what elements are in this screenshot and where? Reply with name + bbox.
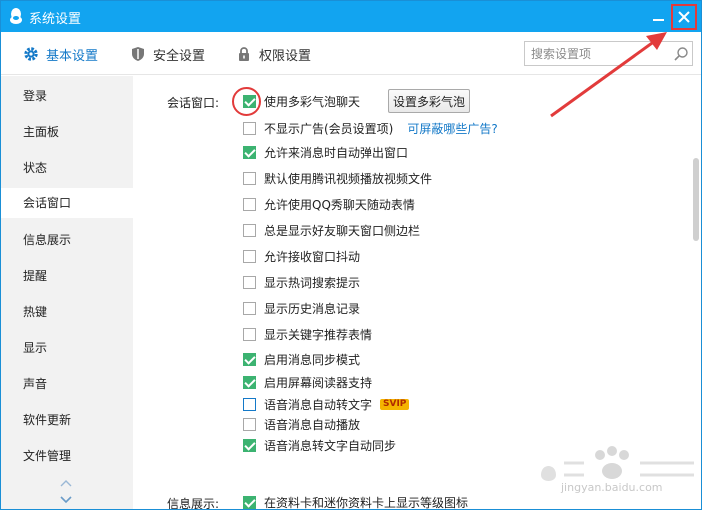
settings-sidebar: 登录 主面板 状态 会话窗口 信息展示 提醒 热键 显示 声音 软件更新 文件管… <box>1 76 133 509</box>
checkbox[interactable] <box>243 495 256 509</box>
checkbox[interactable] <box>243 197 256 211</box>
checkbox[interactable] <box>243 275 256 289</box>
checkbox[interactable] <box>243 327 256 341</box>
set-bubble-button[interactable]: 设置多彩气泡 <box>388 89 470 113</box>
watermark-text: jingyan.baidu.com <box>561 481 663 494</box>
sidebar-item-status[interactable]: 状态 <box>1 153 133 183</box>
sidebar-item-main-panel[interactable]: 主面板 <box>1 117 133 147</box>
checkbox[interactable] <box>243 171 256 185</box>
sidebar-item-login[interactable]: 登录 <box>1 81 133 111</box>
option-sync-mode: 启用消息同步模式 <box>243 351 360 367</box>
checkbox[interactable] <box>243 352 256 366</box>
svip-badge: SVIP <box>380 398 410 410</box>
search-icon[interactable] <box>673 46 689 62</box>
option-show-sidebar: 总是显示好友聊天窗口侧边栏 <box>243 222 420 238</box>
content-scrollbar[interactable] <box>693 158 699 241</box>
sidebar-item-hotkeys[interactable]: 热键 <box>1 297 133 327</box>
sidebar-item-file-management[interactable]: 文件管理 <box>1 441 133 471</box>
checkbox[interactable] <box>243 249 256 263</box>
checkbox[interactable] <box>243 397 256 411</box>
checkbox[interactable] <box>243 438 256 452</box>
option-label: 显示关键字推荐表情 <box>264 327 373 342</box>
section-label-chat-window: 会话窗口: <box>167 96 220 110</box>
sidebar-item-info-display[interactable]: 信息展示 <box>1 225 133 255</box>
tab-label: 基本设置 <box>46 48 99 64</box>
lock-icon <box>239 47 249 61</box>
option-label: 总是显示好友聊天窗口侧边栏 <box>264 223 421 238</box>
option-voice-autoplay: 语音消息自动播放 <box>243 416 360 432</box>
settings-window: 系统设置 基本设置 安全设置 权限设置 搜索设置项 登录 主面板 状态 会话窗口… <box>0 0 702 510</box>
search-box <box>524 41 693 66</box>
option-hide-ads: 不显示广告(会员设置项) 可屏蔽哪些广告? <box>243 120 498 136</box>
tab-basic-settings[interactable]: 基本设置 <box>23 44 98 64</box>
option-label: 在资料卡和迷你资料卡上显示等级图标 <box>264 495 469 510</box>
option-label: 显示热词搜索提示 <box>264 275 361 290</box>
sidebar-item-reminder[interactable]: 提醒 <box>1 261 133 291</box>
sidebar-item-chat-window[interactable]: 会话窗口 <box>1 188 133 218</box>
tab-permission-settings[interactable]: 权限设置 <box>236 44 311 64</box>
option-tencent-video: 默认使用腾讯视频播放视频文件 <box>243 170 432 186</box>
option-label: 不显示广告(会员设置项) <box>264 121 394 136</box>
sidebar-item-software-update[interactable]: 软件更新 <box>1 405 133 435</box>
option-voice-sync: 语音消息转文字自动同步 <box>243 437 396 453</box>
option-qq-show-emotes: 允许使用QQ秀聊天随动表情 <box>243 196 415 212</box>
checkbox[interactable] <box>243 121 256 135</box>
option-voice-to-text: 语音消息自动转文字 SVIP <box>243 396 410 412</box>
option-window-shake: 允许接收窗口抖动 <box>243 248 360 264</box>
tab-label: 安全设置 <box>153 48 206 64</box>
chevron-down-icon[interactable] <box>59 495 73 505</box>
option-level-icon: 在资料卡和迷你资料卡上显示等级图标 <box>243 494 469 510</box>
option-label: 允许使用QQ秀聊天随动表情 <box>264 197 415 212</box>
chevron-up-icon[interactable] <box>59 478 73 488</box>
settings-toolbar: 基本设置 安全设置 权限设置 <box>1 32 701 75</box>
checkbox[interactable] <box>243 417 256 431</box>
option-label: 启用消息同步模式 <box>264 352 361 367</box>
option-label: 使用多彩气泡聊天 <box>264 94 361 109</box>
option-label: 默认使用腾讯视频播放视频文件 <box>264 171 433 186</box>
shield-icon <box>132 47 144 61</box>
window-title: 系统设置 <box>29 12 82 27</box>
gear-icon <box>24 47 38 61</box>
close-button[interactable] <box>671 4 697 30</box>
tab-label: 权限设置 <box>259 48 312 64</box>
option-history: 显示历史消息记录 <box>243 300 360 316</box>
settings-content: 会话窗口: 使用多彩气泡聊天 设置多彩气泡 不显示广告(会员设置项) 可屏蔽哪些… <box>133 76 701 510</box>
option-auto-popup: 允许来消息时自动弹出窗口 <box>243 144 408 160</box>
section-label-info-display: 信息展示: <box>167 497 220 510</box>
checkbox[interactable] <box>243 94 256 108</box>
sidebar-item-sound[interactable]: 声音 <box>1 369 133 399</box>
option-keyword-emotes: 显示关键字推荐表情 <box>243 326 372 342</box>
title-bar: 系统设置 <box>1 1 701 32</box>
option-colorful-bubble: 使用多彩气泡聊天 <box>243 93 360 109</box>
checkbox[interactable] <box>243 375 256 389</box>
search-input[interactable] <box>531 45 666 62</box>
option-label: 允许接收窗口抖动 <box>264 249 361 264</box>
checkbox[interactable] <box>243 223 256 237</box>
option-label: 语音消息自动转文字 <box>264 397 373 412</box>
close-icon <box>678 11 690 23</box>
option-label: 语音消息转文字自动同步 <box>264 438 397 453</box>
option-hot-search: 显示热词搜索提示 <box>243 274 360 290</box>
option-label: 启用屏幕阅读器支持 <box>264 375 373 390</box>
tab-security-settings[interactable]: 安全设置 <box>130 44 205 64</box>
option-label: 语音消息自动播放 <box>264 417 361 432</box>
checkbox[interactable] <box>243 145 256 159</box>
option-label: 允许来消息时自动弹出窗口 <box>264 145 409 160</box>
minimize-button[interactable] <box>649 5 669 27</box>
qq-penguin-icon <box>10 8 22 24</box>
checkbox[interactable] <box>243 301 256 315</box>
option-screen-reader: 启用屏幕阅读器支持 <box>243 374 372 390</box>
option-label: 显示历史消息记录 <box>264 301 361 316</box>
sidebar-item-display[interactable]: 显示 <box>1 333 133 363</box>
ads-info-link[interactable]: 可屏蔽哪些广告? <box>407 120 497 137</box>
